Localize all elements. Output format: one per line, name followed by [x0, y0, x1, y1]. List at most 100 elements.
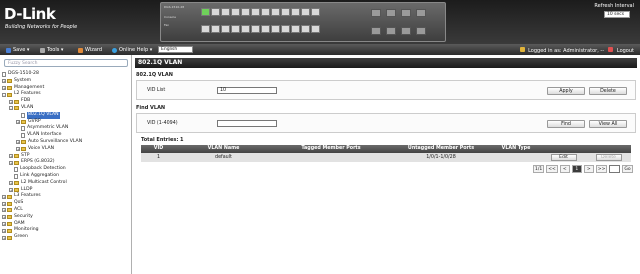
tools-menu[interactable]: Tools ▾: [40, 47, 63, 53]
sidebar-item[interactable]: + Green: [2, 234, 130, 241]
port[interactable]: [301, 8, 310, 16]
next-page-button[interactable]: >: [583, 165, 594, 173]
header: D-Link Building Networks for People DGS-…: [0, 0, 640, 44]
port[interactable]: [211, 25, 220, 33]
port[interactable]: [221, 25, 230, 33]
current-page[interactable]: 1: [571, 165, 582, 173]
sfp-port[interactable]: [416, 27, 426, 35]
sidebar-item[interactable]: - VLAN: [2, 105, 130, 112]
sfp-port[interactable]: [386, 27, 396, 35]
device-panel[interactable]: DGS-1510-28 Console Fan: [160, 2, 446, 42]
go-button[interactable]: Go: [622, 165, 633, 173]
sidebar-item[interactable]: + System: [2, 78, 130, 85]
last-page-button[interactable]: >>: [595, 165, 608, 173]
port[interactable]: [231, 25, 240, 33]
first-page-button[interactable]: <<: [546, 165, 558, 173]
sidebar-item[interactable]: DGS-1510-28: [2, 71, 130, 78]
port[interactable]: [311, 8, 320, 16]
port[interactable]: [301, 25, 310, 33]
vid-list-input[interactable]: 10: [217, 87, 277, 94]
port[interactable]: [291, 25, 300, 33]
expand-icon[interactable]: +: [9, 181, 13, 186]
port[interactable]: [211, 8, 220, 16]
delete-button[interactable]: Delete: [589, 87, 627, 95]
find-button[interactable]: Find: [547, 120, 585, 128]
sidebar: Fuzzy Search DGS-1510-28 + System + Manageme…: [0, 55, 132, 274]
save-label: Save: [13, 47, 26, 53]
port[interactable]: [271, 8, 280, 16]
sfp-port[interactable]: [371, 27, 381, 35]
sidebar-item[interactable]: + QoS: [2, 200, 130, 207]
apply-button[interactable]: Apply: [547, 87, 585, 95]
vlan-table: VID VLAN Name Tagged Member Ports Untagg…: [141, 145, 631, 162]
sidebar-item[interactable]: Link Aggregation: [2, 173, 130, 180]
logout-button[interactable]: Logout: [608, 47, 634, 54]
find-vid-input[interactable]: [217, 120, 277, 127]
wizard-button[interactable]: Wizard: [78, 47, 102, 53]
collapse-icon[interactable]: -: [2, 92, 6, 97]
sidebar-item[interactable]: + Voice VLAN: [2, 146, 130, 153]
port[interactable]: [201, 8, 210, 16]
port[interactable]: [231, 8, 240, 16]
sidebar-item[interactable]: + L2 Multicast Control: [2, 180, 130, 187]
folder-icon: [14, 160, 19, 165]
expand-icon[interactable]: +: [2, 208, 6, 213]
expand-icon[interactable]: +: [2, 201, 6, 206]
expand-icon[interactable]: +: [16, 147, 20, 152]
port[interactable]: [311, 25, 320, 33]
port[interactable]: [221, 8, 230, 16]
expand-icon[interactable]: +: [2, 194, 6, 199]
port[interactable]: [201, 25, 210, 33]
sidebar-item[interactable]: 802.1Q VLAN: [2, 111, 130, 119]
port[interactable]: [281, 25, 290, 33]
port[interactable]: [251, 8, 260, 16]
language-select[interactable]: English: [158, 46, 193, 53]
prev-page-button[interactable]: <: [559, 165, 570, 173]
refresh-interval-select[interactable]: 10 secs: [604, 11, 630, 18]
expand-icon[interactable]: +: [16, 140, 20, 145]
expand-icon[interactable]: +: [9, 153, 13, 158]
expand-icon[interactable]: +: [2, 215, 6, 220]
online-help-menu[interactable]: Online Help ▾: [112, 47, 152, 53]
sidebar-item[interactable]: + FDB: [2, 98, 130, 105]
save-menu[interactable]: Save ▾: [6, 47, 29, 53]
sfp-port[interactable]: [401, 9, 411, 17]
sidebar-item[interactable]: + Security: [2, 214, 130, 221]
expand-icon[interactable]: +: [2, 85, 6, 90]
fan-label: Fan: [164, 23, 170, 27]
sfp-port[interactable]: [371, 9, 381, 17]
port[interactable]: [271, 25, 280, 33]
expand-icon[interactable]: +: [2, 228, 6, 233]
port[interactable]: [241, 25, 250, 33]
port[interactable]: [281, 8, 290, 16]
expand-icon[interactable]: +: [16, 119, 20, 124]
port[interactable]: [291, 8, 300, 16]
help-icon: [112, 47, 117, 53]
vlan-config-box: VID List 10 Apply Delete: [136, 80, 636, 100]
row-delete-button[interactable]: Delete: [595, 154, 622, 161]
sidebar-item[interactable]: Loopback Detection: [2, 166, 130, 173]
fuzzy-search-input[interactable]: Fuzzy Search: [4, 59, 128, 67]
expand-icon[interactable]: +: [9, 187, 13, 192]
port[interactable]: [251, 25, 260, 33]
sidebar-item[interactable]: + ACL: [2, 207, 130, 214]
expand-icon[interactable]: +: [2, 79, 6, 84]
expand-icon[interactable]: +: [2, 221, 6, 226]
expand-icon[interactable]: +: [9, 160, 13, 165]
view-all-button[interactable]: View All: [589, 120, 627, 128]
go-page-input[interactable]: [609, 165, 621, 173]
sidebar-item[interactable]: Asymmetric VLAN: [2, 125, 130, 132]
collapse-icon[interactable]: -: [9, 106, 13, 111]
expand-icon[interactable]: +: [9, 99, 13, 104]
row-edit-button[interactable]: Edit: [550, 154, 577, 161]
port[interactable]: [261, 8, 270, 16]
sidebar-item[interactable]: + Auto Surveillance VLAN: [2, 139, 130, 146]
sidebar-item[interactable]: VLAN Interface: [2, 132, 130, 139]
port[interactable]: [261, 25, 270, 33]
port[interactable]: [241, 8, 250, 16]
logout-label: Logout: [616, 48, 634, 54]
sfp-port[interactable]: [386, 9, 396, 17]
expand-icon[interactable]: +: [2, 235, 6, 240]
sfp-port[interactable]: [401, 27, 411, 35]
sfp-port[interactable]: [416, 9, 426, 17]
